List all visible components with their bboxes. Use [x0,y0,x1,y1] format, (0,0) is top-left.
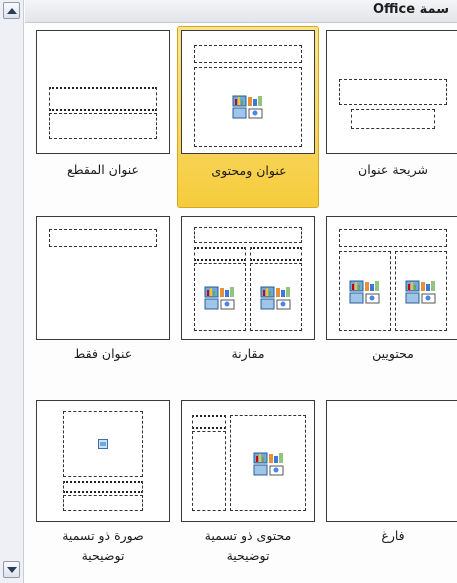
title-placeholder [194,45,302,63]
layout-content-with-caption[interactable]: محتوى ذو تسمية توضيحية [177,396,319,576]
content-placeholder-left [250,263,302,331]
layout-thumbnail [326,30,457,154]
title-placeholder [339,79,447,105]
layout-thumbnail [326,400,457,522]
caption-title-placeholder [192,415,226,429]
title-placeholder [49,87,157,111]
content-icons-icon [349,280,380,304]
layout-two-content[interactable]: محتويين [322,212,457,392]
layout-label-line-2: توضيحية [81,548,125,563]
scrollbar-track[interactable] [3,21,20,559]
layout-label: محتويين [372,346,414,361]
content-icons-icon [232,95,263,119]
caption-title-placeholder [63,481,143,493]
heading-placeholder-right [194,247,246,261]
content-icons-icon [204,286,235,310]
text-placeholder [49,113,157,139]
layout-label-line-1: صورة ذو تسمية [62,528,144,543]
layout-label: فارغ [381,528,405,543]
layout-title-slide[interactable]: شريحة عنوان [322,26,457,208]
picture-icon [98,439,108,449]
triangle-down-icon [6,566,17,573]
scroll-up-button[interactable] [3,2,20,19]
title-placeholder [194,227,302,243]
content-placeholder [230,415,306,511]
content-icons-icon [260,286,291,310]
layout-label-line-2: توضيحية [226,548,270,563]
layout-thumbnail [36,400,170,522]
caption-text-placeholder [192,431,226,511]
triangle-up-icon [6,7,17,14]
layout-thumbnail [36,216,170,340]
content-icons-icon [405,280,436,304]
content-placeholder [194,67,302,147]
scroll-down-button[interactable] [3,561,20,578]
layout-thumbnail [181,30,315,154]
vertical-scrollbar[interactable] [0,0,24,583]
picture-placeholder [63,411,143,477]
layout-blank[interactable]: فارغ [322,396,457,576]
layout-thumbnail [181,216,315,340]
layout-title-and-content[interactable]: عنوان ومحتوى [177,26,319,208]
layout-label: عنوان ومحتوى [211,163,287,178]
layout-section-header[interactable]: عنوان المقطع [32,26,174,208]
heading-placeholder-left [250,247,302,261]
content-placeholder-left [395,251,447,331]
layout-gallery: سمة Office شريحة عنوان عنوان ومحتوى عنوا… [0,0,457,583]
layout-label: عنوان المقطع [66,162,140,177]
gallery-header: سمة Office [25,0,457,23]
theme-title: سمة Office [373,2,449,17]
content-placeholder-right [194,263,246,331]
layout-title-only[interactable]: عنوان فقط [32,212,174,392]
layout-thumbnail [181,400,315,522]
caption-text-placeholder [63,495,143,511]
layout-label: عنوان فقط [73,346,133,361]
content-icons-icon [253,452,284,476]
subtitle-placeholder [351,109,435,129]
layout-label-line-1: محتوى ذو تسمية [204,528,292,543]
layout-label: مقارنة [231,346,265,361]
layout-comparison[interactable]: مقارنة [177,212,319,392]
layout-picture-with-caption[interactable]: صورة ذو تسمية توضيحية [32,396,174,576]
title-placeholder [339,229,447,247]
layout-label: شريحة عنوان [358,162,428,177]
layout-thumbnail [326,216,457,340]
content-placeholder-right [339,251,391,331]
title-placeholder [49,229,157,247]
layout-thumbnail [36,30,170,154]
